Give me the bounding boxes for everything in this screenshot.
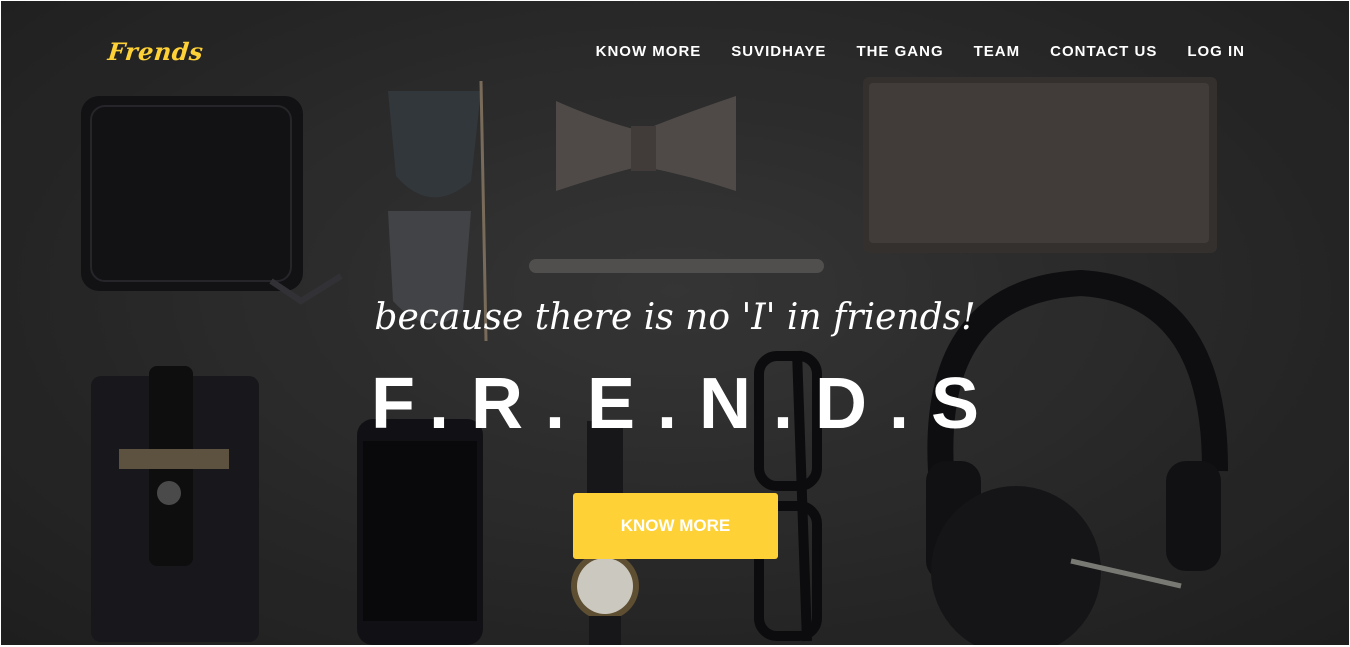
main-nav: KNOW MORE SUVIDHAYE THE GANG TEAM CONTAC… <box>566 43 1245 60</box>
hero-tagline: because there is no 'I' in friends! <box>374 297 976 338</box>
brand-logo[interactable]: Frends <box>106 37 204 66</box>
know-more-button[interactable]: KNOW MORE <box>573 493 778 559</box>
nav-item-log-in[interactable]: LOG IN <box>1187 43 1245 60</box>
nav-item-know-more[interactable]: KNOW MORE <box>596 43 702 60</box>
nav-item-suvidhaye[interactable]: SUVIDHAYE <box>731 43 826 60</box>
hero-title: F.R.E.N.D.S <box>370 364 1002 444</box>
hero-section: Frends KNOW MORE SUVIDHAYE THE GANG TEAM… <box>1 1 1349 645</box>
nav-item-team[interactable]: TEAM <box>974 43 1021 60</box>
nav-item-the-gang[interactable]: THE GANG <box>856 43 943 60</box>
nav-item-contact-us[interactable]: CONTACT US <box>1050 43 1157 60</box>
